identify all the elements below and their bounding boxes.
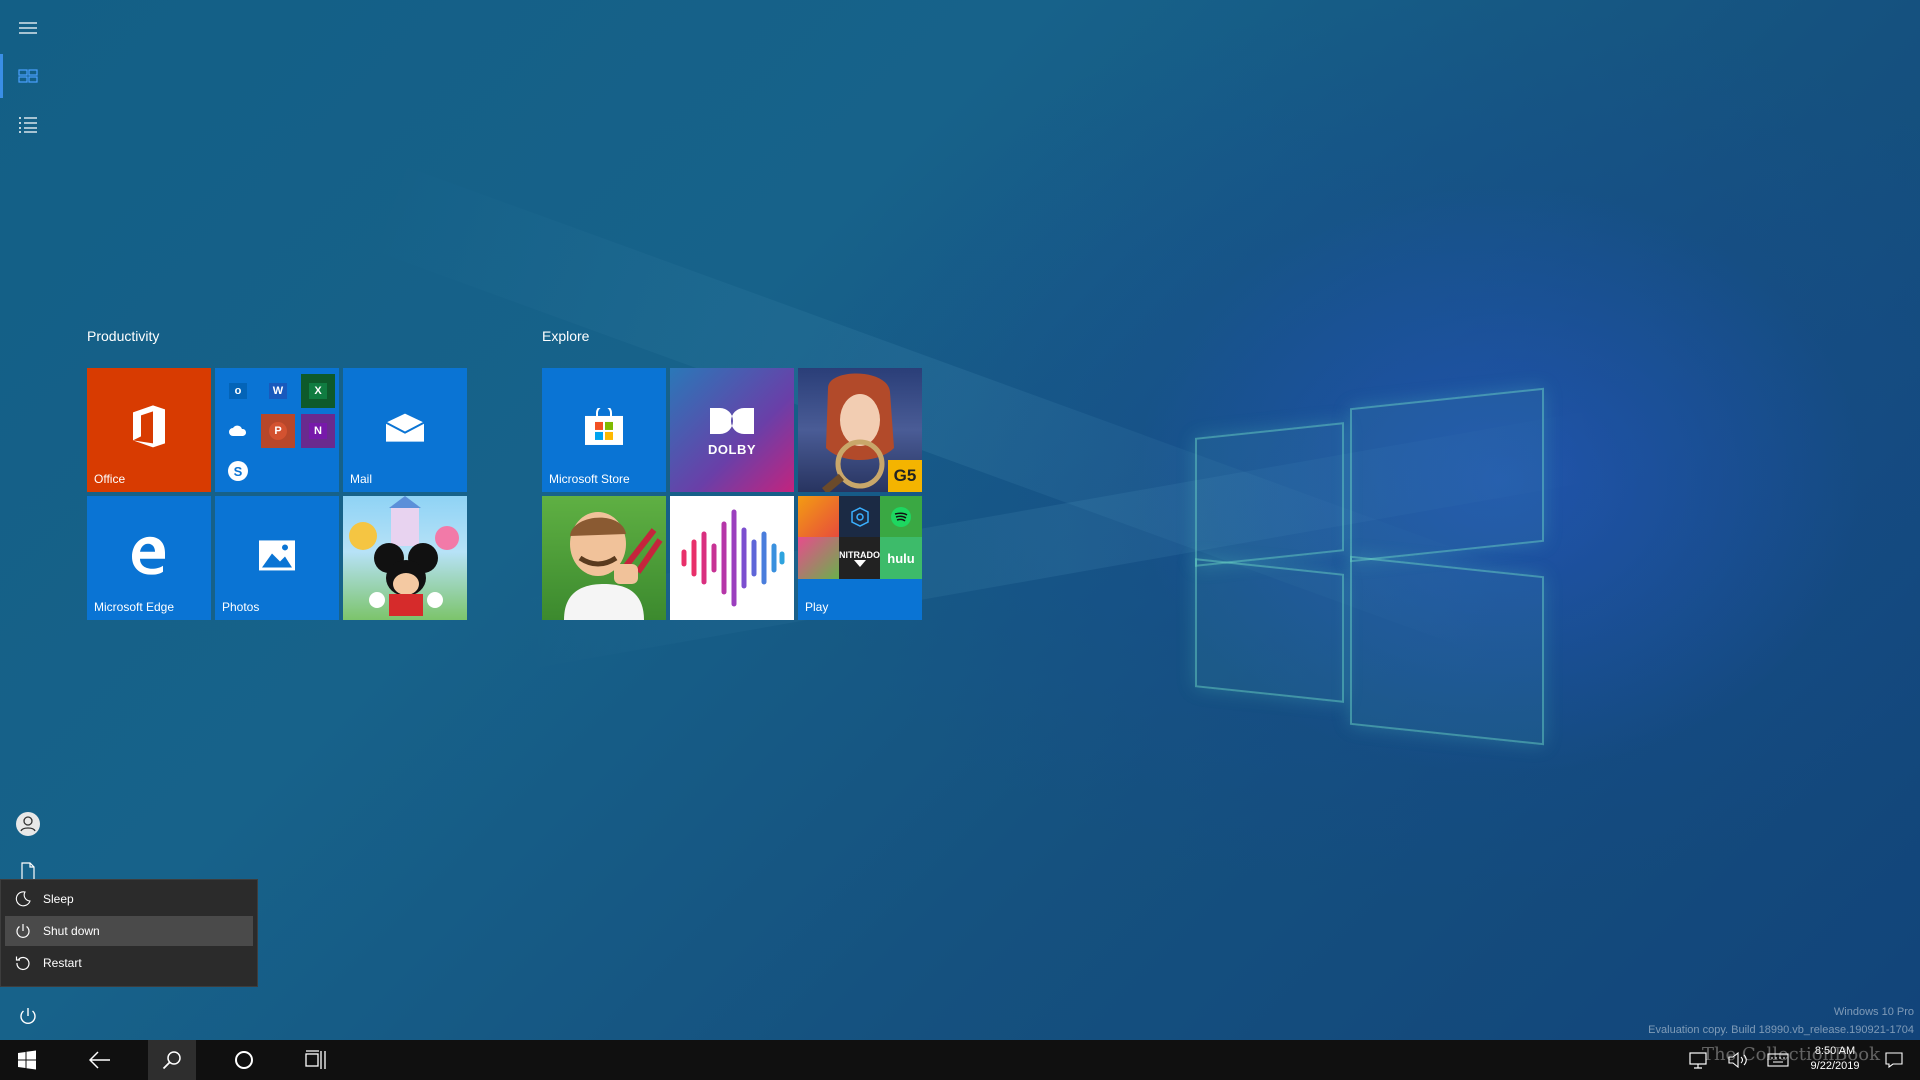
- tile-label: Office: [94, 472, 126, 486]
- tile-mail[interactable]: Mail: [343, 368, 467, 492]
- windows-logo-pane: [1350, 387, 1544, 563]
- group-title-explore[interactable]: Explore: [542, 328, 589, 344]
- onenote-icon: N: [301, 414, 335, 448]
- edge-icon: [132, 536, 165, 575]
- nitrado-wordmark: NITRADO: [839, 549, 880, 560]
- soundwave-icon: [681, 509, 785, 607]
- action-center-button[interactable]: [1874, 1040, 1914, 1080]
- power-button[interactable]: [0, 992, 56, 1040]
- user-account-button[interactable]: [0, 800, 56, 848]
- menu-item-label: Sleep: [43, 892, 74, 906]
- pinned-tiles-button[interactable]: [0, 52, 56, 100]
- power-icon: [16, 924, 30, 938]
- tile-microsoft-edge[interactable]: Microsoft Edge: [87, 496, 211, 620]
- tile-office-apps-folder[interactable]: o W X P N S: [215, 368, 339, 492]
- start-button[interactable]: [3, 1040, 51, 1080]
- candy-crush-icon: [798, 496, 839, 537]
- menu-item-label: Shut down: [43, 924, 100, 938]
- nitrado-icon: NITRADO: [839, 537, 880, 579]
- dolby-wordmark: DOLBY: [708, 442, 756, 457]
- taskbar: 8:50 AM 9/22/2019: [0, 1040, 1920, 1080]
- skype-icon: S: [221, 454, 255, 488]
- hamburger-menu-button[interactable]: [0, 4, 56, 52]
- windows-logo-pane: [1195, 422, 1344, 567]
- task-view-button[interactable]: [292, 1040, 340, 1080]
- search-icon: [162, 1051, 181, 1070]
- bubble-witch-icon: [798, 537, 839, 579]
- back-button[interactable]: [76, 1040, 124, 1080]
- tile-label: Mail: [350, 472, 373, 486]
- word-icon: W: [261, 374, 295, 408]
- moon-icon: [15, 891, 31, 907]
- tile-audio-app[interactable]: [670, 496, 794, 620]
- tile-label: Photos: [222, 600, 260, 614]
- mail-icon: [385, 413, 425, 442]
- windows-logo-pane: [1195, 558, 1344, 703]
- tile-label: Microsoft Store: [549, 472, 630, 486]
- power-options-menu: Sleep Shut down Restart: [0, 879, 258, 987]
- tile-label: Microsoft Edge: [94, 600, 175, 614]
- menu-item-label: Restart: [43, 956, 82, 970]
- outlook-icon: o: [221, 374, 255, 408]
- photoshop-express-icon: [839, 496, 880, 537]
- cortana-icon: [235, 1051, 253, 1069]
- back-arrow-icon: [89, 1051, 110, 1069]
- all-apps-button[interactable]: [0, 100, 56, 148]
- photos-icon: [259, 540, 295, 571]
- tile-gardenscapes[interactable]: [542, 496, 666, 620]
- cortana-button[interactable]: [220, 1040, 268, 1080]
- gardener-artwork-icon: [564, 512, 663, 620]
- windows-logo-pane: [1350, 555, 1544, 746]
- group-title-productivity[interactable]: Productivity: [87, 328, 159, 344]
- g5-badge: G5: [888, 460, 922, 492]
- user-icon: [16, 812, 40, 836]
- menu-item-shut-down[interactable]: Shut down: [5, 916, 253, 946]
- tiles-icon: [18, 69, 38, 83]
- mickey-artwork-icon: [349, 496, 459, 616]
- dolby-logo-icon: [710, 408, 754, 434]
- office-apps-grid: o W X P N S: [219, 372, 335, 488]
- tile-label: Play: [805, 600, 829, 614]
- restart-icon: [15, 956, 30, 971]
- excel-icon: X: [301, 374, 335, 408]
- search-button[interactable]: [148, 1040, 196, 1080]
- power-icon: [20, 1008, 36, 1025]
- menu-item-restart[interactable]: Restart: [5, 948, 253, 978]
- site-watermark: The CollectionBook: [1701, 1044, 1880, 1065]
- windows-start-icon: [18, 1050, 36, 1070]
- tile-hidden-city-game[interactable]: G5: [798, 368, 922, 492]
- hamburger-icon: [19, 22, 37, 34]
- edition-watermark: Windows 10 Pro: [1833, 1006, 1914, 1018]
- tile-disney-magic-kingdoms[interactable]: [343, 496, 467, 620]
- menu-item-sleep[interactable]: Sleep: [5, 884, 253, 914]
- hulu-icon: hulu: [880, 537, 922, 579]
- tile-microsoft-store[interactable]: Microsoft Store: [542, 368, 666, 492]
- tile-office[interactable]: Office: [87, 368, 211, 492]
- hulu-wordmark: hulu: [887, 550, 915, 566]
- spotify-icon: [880, 496, 922, 537]
- tile-photos[interactable]: Photos: [215, 496, 339, 620]
- list-icon: [19, 117, 37, 133]
- tile-dolby-access[interactable]: DOLBY: [670, 368, 794, 492]
- store-icon: [585, 407, 623, 445]
- office-icon: [133, 405, 165, 448]
- powerpoint-icon: P: [261, 414, 295, 448]
- task-view-icon: [305, 1050, 326, 1069]
- build-watermark: Evaluation copy. Build 18990.vb_release.…: [1648, 1024, 1914, 1036]
- tile-play-folder[interactable]: NITRADO hulu Play: [798, 496, 922, 620]
- notification-icon: [1885, 1052, 1903, 1068]
- onedrive-icon: [221, 414, 255, 448]
